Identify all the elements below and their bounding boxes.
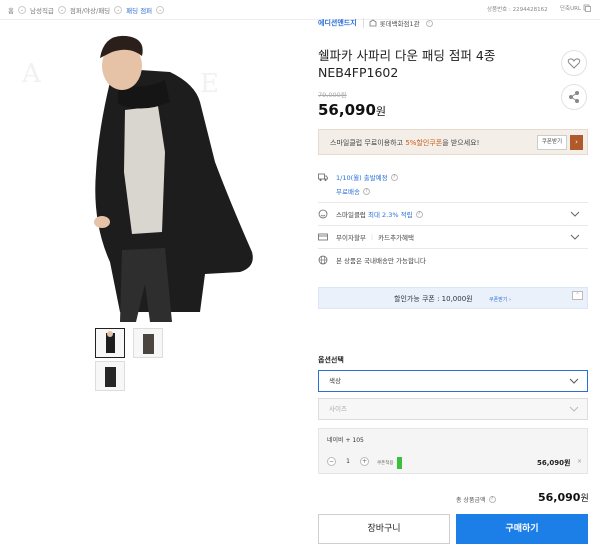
store-icon [369,19,377,27]
installment-label: 무이자할부 [336,234,366,242]
smile-icon [318,209,328,219]
coupon-apply-indicator [396,457,402,469]
smile-club-label: 스마일클럽 [336,211,366,219]
total-label-text: 총 상품금액 [456,497,486,504]
installment-value: 카드추가혜택 [378,234,414,242]
sale-price: 56,090원 [318,101,386,119]
size-select[interactable]: 사이즈 [318,398,588,420]
shipping-fee-row: 무료배송 ? [318,186,588,196]
minus-button[interactable]: − [327,457,336,466]
option-label: 옵션선택 [318,356,344,364]
divider [318,202,588,203]
breadcrumb-item-2[interactable]: 점퍼/야상/패딩 [70,5,110,15]
available-coupon-text: 할인가능 쿠폰 : 10,000원 [394,295,473,303]
share-button[interactable] [561,84,587,110]
thumbnail-2[interactable] [133,328,163,358]
store-link[interactable]: 롯데백화점1관 › [369,18,433,28]
add-to-cart-button[interactable]: 장바구니 [318,514,450,544]
domestic-notice: 본 상품은 국내배송만 가능합니다 [336,257,426,265]
selected-option-name: 네이비 + 105 [327,437,364,444]
product-main-image[interactable]: A E [0,22,300,322]
total-price: 56,090원 [538,491,589,504]
help-icon[interactable]: ? [415,210,423,218]
coupon-banner-text: 스마일클럽 무료이용하고 5%할인쿠폰을 받으세요! [330,138,479,148]
share-url-button[interactable]: 단축URL [560,4,591,12]
divider [318,248,588,249]
size-select-value: 사이즈 [329,405,347,413]
svg-text:A: A [21,59,42,89]
thumbnail-3[interactable] [95,361,125,391]
chevron-down-icon[interactable]: ⌄ [114,6,123,14]
quantity-stepper: − 1 + [327,457,369,466]
available-coupon-box: 할인가능 쿠폰 : 10,000원 쿠폰받기 › ⌃ [318,287,588,309]
breadcrumb-item-3[interactable]: 패딩 점퍼 [126,5,152,15]
available-coupon-link[interactable]: 쿠폰받기 › [489,296,511,303]
selected-option: 네이비 + 105 − 1 + 쿠폰적용 56,090원 × [318,428,588,474]
collapse-icon[interactable]: ⌃ [572,291,583,300]
chevron-right-icon: › [425,19,433,27]
share-url-label: 단축URL [560,6,582,12]
store-name: 롯데백화점1관 [379,20,420,28]
domestic-row: 본 상품은 국내배송만 가능합니다 [318,255,588,265]
chevron-down-icon [569,406,579,412]
total-unit: 원 [580,494,589,504]
chevron-down-icon [570,234,580,240]
product-title: 쉘파카 사파리 다운 패딩 점퍼 4종 NEB4FP1602 [318,48,496,80]
divider [318,225,588,226]
breadcrumb-home[interactable]: 홈 [8,5,14,15]
get-coupon-button[interactable]: 쿠폰받기 [537,135,567,150]
coupon-apply[interactable]: 쿠폰적용 [377,457,402,469]
globe-icon [318,255,328,265]
coupon-text-highlight: 5%할인쿠폰 [405,139,443,147]
smile-club-reward: 최대 2.3% 적립 [367,211,413,219]
card-icon [318,233,328,241]
breadcrumb-item-1[interactable]: 남성직급 [30,5,54,15]
top-bar: 홈 ⌄ 남성직급 ⌄ 점퍼/야상/패딩 ⌄ 패딩 점퍼 ⌄ 상품번호 : 229… [0,0,600,20]
coupon-apply-label: 쿠폰적용 [377,461,394,466]
shipping-fee: 무료배송 [336,188,360,196]
buy-now-button[interactable]: 구매하기 [456,514,588,544]
share-icon [569,91,579,103]
coupon-arrow-button[interactable]: › [570,135,583,150]
chevron-down-icon[interactable]: ⌄ [57,6,66,14]
chevron-down-icon[interactable]: ⌄ [17,6,26,14]
smile-club-row[interactable]: 스마일클럽 최대 2.3% 적립 ? [318,209,588,219]
total-label: 총 상품금액 ? [456,495,496,504]
wishlist-button[interactable] [561,50,587,76]
brand-row: 에디션앤드지 롯데백화점1관 › [318,18,433,28]
svg-text:E: E [200,69,219,99]
chevron-down-icon [569,378,579,384]
brand-link[interactable]: 에디션앤드지 [318,18,364,28]
color-select-value: 색상 [329,377,341,385]
shipping-date: 1/10(월) 출발예정 [336,174,388,182]
total-value: 56,090 [538,491,581,504]
coupon-text-suffix: 을 받으세요! [442,139,480,147]
remove-option-button[interactable]: × [577,458,582,465]
quantity-value[interactable]: 1 [340,458,356,465]
shipping-row: 1/10(월) 출발예정 ? [318,172,588,182]
chevron-down-icon[interactable]: ⌄ [156,6,165,14]
thumbnail-1[interactable] [95,328,125,358]
help-icon[interactable]: ? [390,173,398,181]
plus-button[interactable]: + [360,457,369,466]
truck-icon [318,173,328,181]
breadcrumb: 홈 ⌄ 남성직급 ⌄ 점퍼/야상/패딩 ⌄ 패딩 점퍼 ⌄ [8,5,165,15]
heart-icon [567,58,581,69]
installment-row[interactable]: 무이자할부 | 카드추가혜택 [318,232,588,242]
copy-icon [583,4,591,12]
coupon-text-prefix: 스마일클럽 무료이용하고 [330,139,404,147]
product-number: 상품번호 : 2294428162 [487,7,548,13]
selected-option-amount: 56,090원 [537,459,571,467]
original-price: 79,000원 [318,91,347,99]
chevron-down-icon [570,211,580,217]
help-icon[interactable]: ? [488,496,496,503]
price-unit: 원 [375,105,387,118]
help-icon[interactable]: ? [362,187,370,195]
smile-coupon-banner: 스마일클럽 무료이용하고 5%할인쿠폰을 받으세요! 쿠폰받기 › [318,129,588,155]
price-value: 56,090 [318,101,376,119]
color-select[interactable]: 색상 [318,370,588,392]
